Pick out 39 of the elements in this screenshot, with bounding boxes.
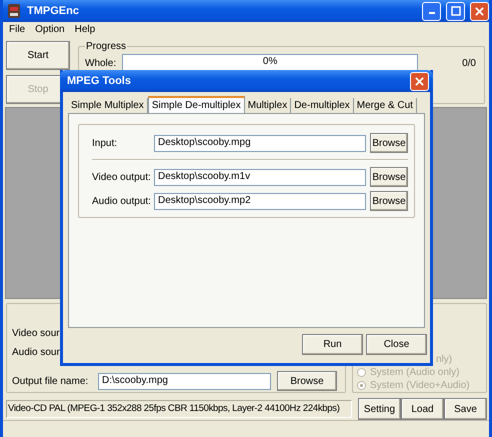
source-label: Audio sour [12,347,61,360]
close-button[interactable] [410,72,429,90]
menu-item[interactable]: Option [31,24,71,35]
dialog-title: MPEG Tools [67,75,132,87]
app-icon [6,3,22,19]
progress-reading: 0% [262,56,278,67]
settings-button[interactable]: Save [444,398,487,420]
dialog-button[interactable]: Close [366,334,427,355]
maximize-button[interactable] [446,2,465,20]
browse-button[interactable]: Browse [370,133,408,153]
menu-item[interactable]: File [5,24,32,35]
settings-summary: Video-CD PAL (MPEG-1 352x288 25fps CBR 1150kbps, Layer-2 44100Hz 224kbps) [6,400,352,418]
minimize-button[interactable] [422,2,441,20]
settings-button[interactable]: Setting [358,398,401,420]
action-button[interactable]: Start [6,41,70,70]
browse-button[interactable]: Browse [370,167,408,187]
path-field[interactable]: Desktop\scooby.mpg [154,134,366,152]
browse-button[interactable]: Browse [277,371,337,391]
output-label: Output file name: [12,376,90,386]
window-title: TMPGEnc [27,5,80,17]
progress-count: 0/0 [462,58,477,68]
field-label: Input: [92,138,118,148]
close-icon [415,76,424,86]
source-label: Video sour [12,328,61,341]
path-field[interactable]: Desktop\scooby.m1v [154,168,366,186]
field-label: Audio output: [92,196,150,206]
maximize-icon [450,6,460,16]
menu-item[interactable]: Help [70,24,102,35]
path-field[interactable]: Desktop\scooby.mp2 [154,192,366,210]
close-icon [475,6,484,16]
progress-label: Whole: [85,58,116,68]
group-title: Progress [85,41,128,52]
output-field[interactable]: D:\scooby.mpg [98,372,271,390]
browse-button[interactable]: Browse [370,191,408,211]
settings-button[interactable]: Load [401,398,444,420]
close-button[interactable] [470,2,489,20]
tab[interactable]: Simple De-multiplex [148,96,245,113]
field-label: Video output: [92,172,150,182]
dialog-button[interactable]: Run [302,334,363,355]
